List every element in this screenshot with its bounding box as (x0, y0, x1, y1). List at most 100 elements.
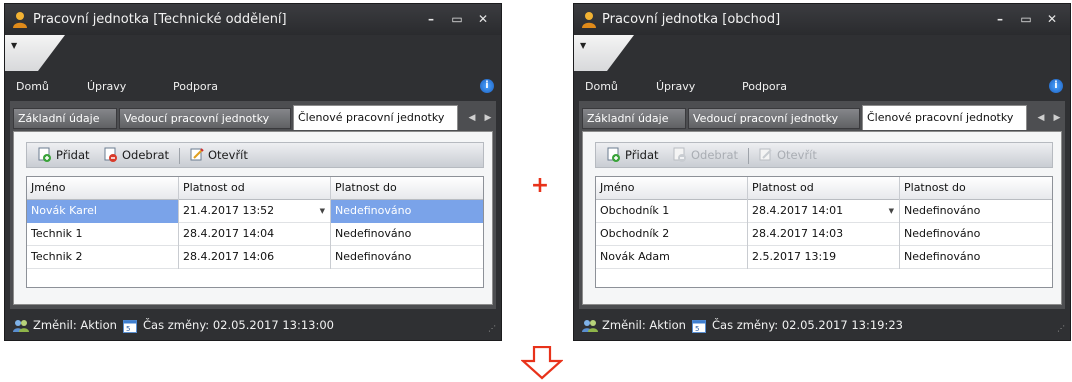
cell-name[interactable]: Novák Adam (596, 246, 748, 269)
dropdown-arrow-icon[interactable]: ▼ (580, 41, 586, 50)
add-icon (38, 147, 51, 162)
add-label: Přidat (56, 148, 90, 162)
remove-label: Odebrat (122, 148, 170, 162)
column-header-name[interactable]: Jméno (596, 177, 748, 200)
column-header-valid-to[interactable]: Platnost do (900, 177, 1052, 200)
toolbar: Přidat Odebrat Otevřít (595, 142, 1053, 168)
change-time: Čas změny: 02.05.2017 13:13:00 (143, 318, 334, 332)
tab-unit-managers[interactable]: Vedoucí pracovní jednotky (688, 108, 860, 129)
close-button[interactable]: ✕ (1042, 10, 1062, 28)
menu-edit[interactable]: Úpravy (656, 80, 695, 93)
quick-access-toolbar[interactable]: ▼ (5, 35, 65, 71)
cell-valid-from[interactable]: 28.4.2017 14:01 ▼ (748, 200, 900, 223)
window-title: Pracovní jednotka [Technické oddělení] (33, 12, 287, 27)
remove-button[interactable]: Odebrat (672, 147, 738, 162)
title-bar[interactable]: Pracovní jednotka [Technické oddělení] –… (5, 4, 501, 35)
chevron-down-icon[interactable]: ▼ (889, 200, 894, 222)
table-row[interactable]: Novák Adam 2.5.2017 13:19 Nedefinováno (596, 246, 1052, 269)
cell-valid-to[interactable]: Nedefinováno (900, 200, 1052, 223)
chevron-down-icon[interactable]: ▼ (320, 200, 325, 222)
open-button[interactable]: Otevřít (758, 147, 817, 162)
remove-icon (104, 147, 117, 162)
resize-grip-icon[interactable]: ⋰ (1057, 325, 1066, 336)
tab-unit-members[interactable]: Členové pracovní jednotky (293, 105, 458, 130)
menu-support[interactable]: Podpora (173, 80, 218, 93)
table-row[interactable]: Technik 2 28.4.2017 14:06 Nedefinováno (27, 246, 483, 269)
table-row[interactable]: Technik 1 28.4.2017 14:04 Nedefinováno (27, 223, 483, 246)
tab-unit-managers[interactable]: Vedoucí pracovní jednotky (119, 108, 291, 129)
cell-valid-to[interactable]: Nedefinováno (331, 200, 483, 223)
minimize-button[interactable]: – (990, 10, 1010, 28)
cell-name[interactable]: Obchodník 2 (596, 223, 748, 246)
cell-valid-from[interactable]: 2.5.2017 13:19 (748, 246, 900, 269)
open-button[interactable]: Otevřít (189, 147, 248, 162)
cell-name[interactable]: Novák Karel (27, 200, 179, 223)
title-bar[interactable]: Pracovní jednotka [obchod] – ▭ ✕ (574, 4, 1070, 35)
tab-strip: Základní údaje Vedoucí pracovní jednotky… (13, 105, 493, 131)
members-grid: Jméno Platnost od Platnost do Obchodník … (595, 176, 1053, 288)
cell-valid-to[interactable]: Nedefinováno (900, 223, 1052, 246)
add-button[interactable]: Přidat (606, 147, 659, 162)
open-icon (190, 148, 204, 161)
minimize-button[interactable]: – (421, 10, 441, 28)
members-grid: Jméno Platnost od Platnost do Novák Kare… (26, 176, 484, 288)
menu-edit[interactable]: Úpravy (87, 80, 126, 93)
content-area: Základní údaje Vedoucí pracovní jednotky… (579, 101, 1065, 309)
cell-valid-to[interactable]: Nedefinováno (900, 246, 1052, 269)
cell-valid-from-value: 28.4.2017 14:01 (752, 204, 844, 217)
content-area: Základní údaje Vedoucí pracovní jednotky… (10, 101, 496, 309)
add-button[interactable]: Přidat (37, 147, 90, 162)
users-icon (13, 320, 29, 332)
svg-text:5: 5 (126, 325, 130, 333)
column-header-valid-from[interactable]: Platnost od (179, 177, 331, 200)
cell-valid-from-value: 21.4.2017 13:52 (183, 204, 275, 217)
status-bar: Změnil: Aktion 5 Čas změny: 02.05.2017 1… (5, 311, 501, 340)
info-icon[interactable]: i (1049, 79, 1063, 93)
menu-support[interactable]: Podpora (742, 80, 787, 93)
menu-home[interactable]: Domů (585, 80, 618, 93)
cell-name[interactable]: Technik 2 (27, 246, 179, 269)
cell-valid-to[interactable]: Nedefinováno (331, 246, 483, 269)
tab-basic-data[interactable]: Základní údaje (582, 108, 686, 129)
column-header-name[interactable]: Jméno (27, 177, 179, 200)
table-row[interactable]: Novák Karel 21.4.2017 13:52 ▼ Nedefinován… (27, 200, 483, 223)
resize-grip-icon[interactable]: ⋰ (488, 325, 497, 336)
open-icon (759, 148, 772, 161)
cell-valid-from[interactable]: 28.4.2017 14:06 (179, 246, 331, 269)
menu-home[interactable]: Domů (16, 80, 49, 93)
tab-scroll-left-icon[interactable]: ◀ (1034, 109, 1048, 127)
table-row[interactable]: Obchodník 2 28.4.2017 14:03 Nedefinováno (596, 223, 1052, 246)
info-icon[interactable]: i (480, 79, 494, 93)
toolbar-separator (748, 148, 749, 164)
cell-valid-to[interactable]: Nedefinováno (331, 223, 483, 246)
dropdown-arrow-icon[interactable]: ▼ (11, 41, 17, 50)
cell-valid-from[interactable]: 28.4.2017 14:04 (179, 223, 331, 246)
maximize-button[interactable]: ▭ (1016, 10, 1036, 28)
table-row[interactable]: Obchodník 1 28.4.2017 14:01 ▼ Nedefinován… (596, 200, 1052, 223)
cell-name[interactable]: Technik 1 (27, 223, 179, 246)
change-time: Čas změny: 02.05.2017 13:19:23 (712, 318, 903, 332)
tab-strip: Základní údaje Vedoucí pracovní jednotky… (582, 105, 1062, 131)
tab-unit-members[interactable]: Členové pracovní jednotky (862, 105, 1027, 130)
tab-scroll-right-icon[interactable]: ▶ (481, 109, 495, 127)
menu-bar: Domů Úpravy Podpora i (5, 71, 501, 101)
quick-access-toolbar[interactable]: ▼ (574, 35, 634, 71)
remove-button[interactable]: Odebrat (103, 147, 169, 162)
column-header-valid-from[interactable]: Platnost od (748, 177, 900, 200)
menu-bar: Domů Úpravy Podpora i (574, 71, 1070, 101)
window-technical-department: Pracovní jednotka [Technické oddělení] –… (4, 3, 502, 341)
tab-basic-data[interactable]: Základní údaje (13, 108, 117, 129)
maximize-button[interactable]: ▭ (447, 10, 467, 28)
cell-name[interactable]: Obchodník 1 (596, 200, 748, 223)
cell-valid-from[interactable]: 28.4.2017 14:03 (748, 223, 900, 246)
grid-header: Jméno Platnost od Platnost do (27, 177, 483, 200)
tab-scroll-right-icon[interactable]: ▶ (1050, 109, 1064, 127)
calendar-icon: 5 (692, 320, 706, 333)
changed-by: Změnil: Aktion (602, 318, 686, 332)
close-button[interactable]: ✕ (473, 10, 493, 28)
column-header-valid-to[interactable]: Platnost do (331, 177, 483, 200)
tab-scroll-left-icon[interactable]: ◀ (465, 109, 479, 127)
add-icon (607, 147, 620, 162)
cell-valid-from[interactable]: 21.4.2017 13:52 ▼ (179, 200, 331, 223)
open-label: Otevřít (208, 148, 248, 162)
